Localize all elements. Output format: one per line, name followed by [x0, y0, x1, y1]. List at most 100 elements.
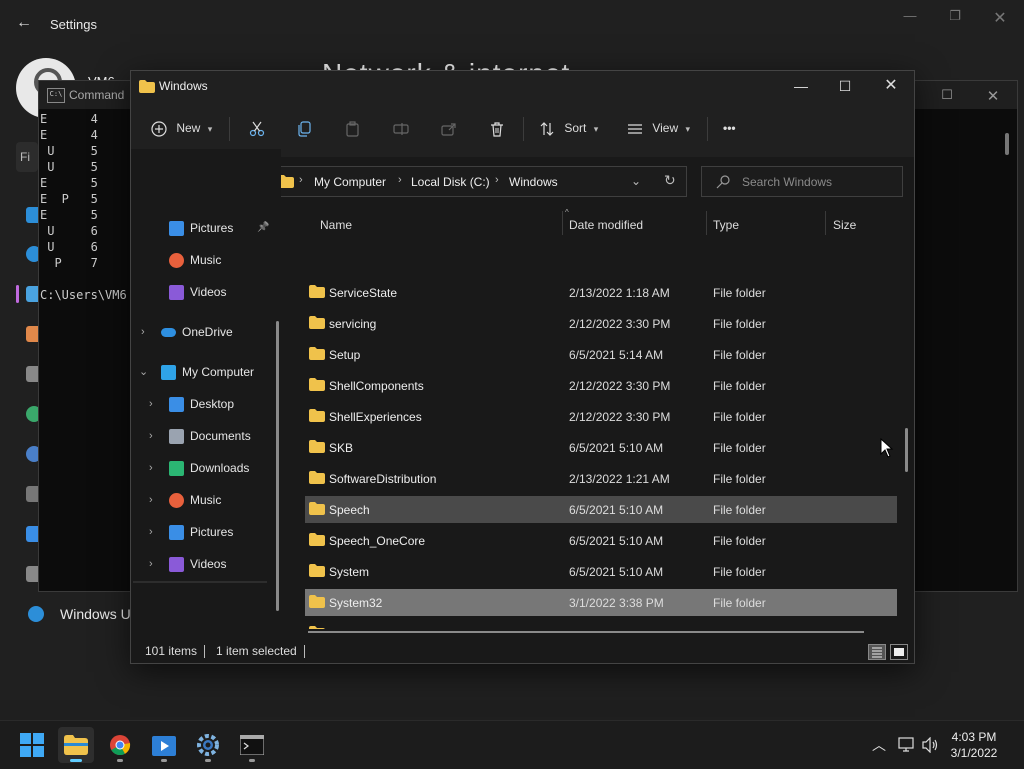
expand-chevron-icon[interactable]: ›: [149, 453, 159, 483]
refresh-icon[interactable]: ↻: [664, 172, 676, 189]
sort-button[interactable]: Sort ▾: [539, 113, 598, 143]
restore-icon[interactable]: ❐: [940, 8, 970, 26]
close-icon[interactable]: ✕: [877, 75, 905, 97]
file-row[interactable]: SoftwareDistribution 2/13/2022 1:21 AM Fil…: [305, 465, 897, 492]
expand-chevron-icon[interactable]: ›: [149, 581, 159, 583]
column-divider[interactable]: [706, 211, 707, 235]
clock-date[interactable]: 3/1/2022: [944, 746, 1004, 760]
vertical-scrollbar[interactable]: [905, 428, 908, 472]
nav-item-my-computer[interactable]: ⌄ My Computer: [131, 357, 273, 387]
nav-item-music[interactable]: Music: [131, 245, 273, 275]
windows-update-icon[interactable]: [28, 606, 44, 622]
share-icon: [441, 123, 456, 136]
file-row[interactable]: servicing 2/12/2022 3:30 PM File folder: [305, 310, 897, 337]
file-name: Speech: [329, 503, 370, 517]
close-icon[interactable]: ✕: [983, 87, 1003, 105]
file-row[interactable]: System 6/5/2021 5:10 AM File folder: [305, 558, 897, 585]
explorer-titlebar[interactable]: Windows — ☐ ✕: [131, 71, 914, 101]
maximize-icon[interactable]: ☐: [831, 75, 859, 97]
copy-button[interactable]: [297, 113, 313, 143]
file-row[interactable]: ShellExperiences 2/12/2022 3:30 PM File fo…: [305, 403, 897, 430]
nav-item-downloads[interactable]: › Downloads: [131, 453, 273, 483]
column-date-modified[interactable]: Date modified: [569, 218, 643, 232]
expand-chevron-icon[interactable]: ›: [141, 317, 151, 347]
breadcrumb-windows[interactable]: Windows: [509, 175, 558, 189]
show-hidden-icons-chevron-icon[interactable]: ︿: [872, 735, 886, 755]
network-status-icon[interactable]: [898, 737, 916, 753]
chrome-taskbar-button[interactable]: [102, 727, 138, 763]
status-divider: [304, 645, 305, 658]
computer-icon: [161, 365, 176, 380]
taskbar: ︿ 4:03 PM 3/1/2022: [0, 720, 1024, 769]
nav-item-pictures[interactable]: › Pictures: [131, 517, 273, 547]
folder-icon: [139, 80, 155, 93]
search-input[interactable]: Search Windows: [701, 166, 903, 197]
find-setting-input[interactable]: Fi: [16, 142, 38, 172]
pictures-icon: [169, 221, 184, 236]
horizontal-scrollbar[interactable]: [308, 631, 864, 633]
file-type: File folder: [713, 596, 766, 610]
nav-item-onedrive[interactable]: › OneDrive: [131, 317, 273, 347]
cut-button[interactable]: [249, 113, 265, 143]
nav-item-label: Downloads: [190, 461, 250, 475]
nav-item-videos[interactable]: › Videos: [131, 549, 273, 579]
start-button[interactable]: [14, 727, 50, 763]
back-arrow-icon[interactable]: ←: [16, 14, 34, 32]
nav-item-desktop[interactable]: › Desktop: [131, 389, 273, 419]
file-explorer-window[interactable]: Windows — ☐ ✕ New ▾ Sort ▾ View ▾ ••• › …: [130, 70, 915, 664]
file-name: Speech_OneCore: [329, 534, 426, 548]
file-row[interactable]: SystemApps 6/5/2021 7:30 AM File folder: [305, 620, 897, 629]
paste-button[interactable]: [345, 113, 361, 143]
expand-chevron-icon[interactable]: ›: [149, 389, 159, 419]
details-view-icon[interactable]: [868, 644, 886, 660]
file-row[interactable]: SKB 6/5/2021 5:10 AM File folder: [305, 434, 897, 461]
file-row[interactable]: ServiceState 2/13/2022 1:18 AM File folder: [305, 279, 897, 306]
windows-update-item[interactable]: Windows U: [60, 606, 131, 622]
breadcrumb-my-computer[interactable]: My Computer: [314, 175, 386, 189]
cmd-scrollbar[interactable]: [1005, 133, 1009, 155]
search-placeholder: Search Windows: [742, 175, 833, 189]
column-size[interactable]: Size: [833, 218, 856, 232]
nav-item-videos[interactable]: Videos: [131, 277, 273, 307]
file-row[interactable]: System32 3/1/2022 3:38 PM File folder: [305, 589, 897, 616]
plus-circle-icon: [151, 121, 167, 137]
nav-item-local-disk-c[interactable]: › Local Disk (C:): [133, 581, 267, 583]
volume-icon[interactable]: [922, 737, 940, 753]
column-divider[interactable]: [825, 211, 826, 235]
chevron-down-icon[interactable]: ⌄: [631, 174, 641, 188]
nav-item-pictures[interactable]: Pictures 📌: [131, 213, 273, 243]
file-row[interactable]: Setup 6/5/2021 5:14 AM File folder: [305, 341, 897, 368]
nav-item-documents[interactable]: › Documents: [131, 421, 273, 451]
tiles-view-icon[interactable]: [890, 644, 908, 660]
close-icon[interactable]: ✕: [985, 8, 1015, 27]
column-divider[interactable]: [562, 211, 563, 235]
view-button[interactable]: View ▾: [627, 113, 690, 143]
nav-item-music[interactable]: › Music: [131, 485, 273, 515]
media-taskbar-button[interactable]: [146, 727, 182, 763]
share-button[interactable]: [441, 113, 457, 143]
collapse-chevron-icon[interactable]: ⌄: [139, 357, 149, 387]
minimize-icon[interactable]: —: [895, 8, 925, 26]
file-row[interactable]: ShellComponents 2/12/2022 3:30 PM File fol…: [305, 372, 897, 399]
delete-button[interactable]: [489, 113, 505, 143]
expand-chevron-icon[interactable]: ›: [149, 549, 159, 579]
more-options-button[interactable]: •••: [723, 113, 736, 143]
terminal-taskbar-button[interactable]: [234, 727, 270, 763]
rename-button[interactable]: [393, 113, 409, 143]
column-name[interactable]: Name: [320, 218, 352, 232]
expand-chevron-icon[interactable]: ›: [149, 421, 159, 451]
address-bar[interactable]: › My Computer › Local Disk (C:) › Window…: [268, 166, 687, 197]
column-type[interactable]: Type: [713, 218, 739, 232]
nav-scrollbar[interactable]: [276, 321, 279, 611]
new-button[interactable]: New ▾: [151, 113, 212, 143]
breadcrumb-local-disk[interactable]: Local Disk (C:): [411, 175, 490, 189]
expand-chevron-icon[interactable]: ›: [149, 517, 159, 547]
file-row[interactable]: Speech_OneCore 6/5/2021 5:10 AM File folde…: [305, 527, 897, 554]
settings-taskbar-button[interactable]: [190, 727, 226, 763]
file-explorer-taskbar-button[interactable]: [58, 727, 94, 763]
file-row[interactable]: Speech 6/5/2021 5:10 AM File folder: [305, 496, 897, 523]
restore-icon[interactable]: ☐: [937, 87, 957, 103]
minimize-icon[interactable]: —: [787, 75, 815, 97]
clock-time[interactable]: 4:03 PM: [944, 730, 1004, 744]
expand-chevron-icon[interactable]: ›: [149, 485, 159, 515]
